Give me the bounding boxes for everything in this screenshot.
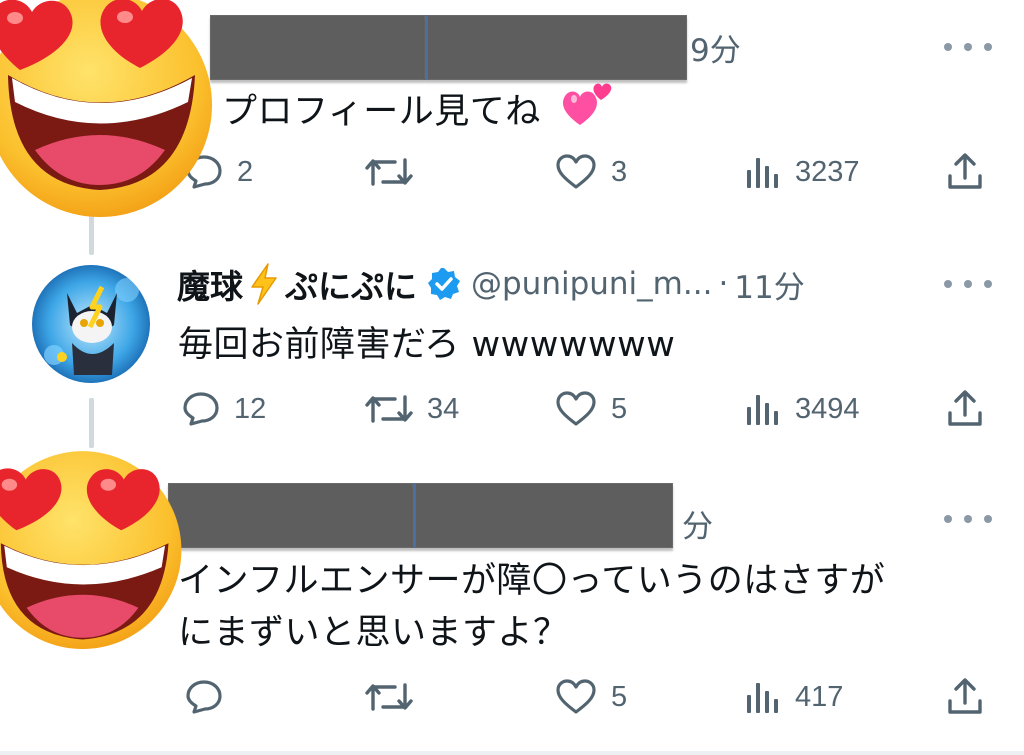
views-count: 417 bbox=[795, 680, 844, 713]
reply-button[interactable] bbox=[185, 672, 237, 722]
like-count: 5 bbox=[611, 680, 628, 713]
reply-count: 12 bbox=[234, 392, 267, 425]
like-button[interactable]: 5 bbox=[555, 384, 627, 434]
bottom-divider bbox=[0, 751, 1024, 755]
more-options-button[interactable] bbox=[944, 509, 992, 529]
more-options-button[interactable] bbox=[944, 37, 992, 57]
share-upload-icon bbox=[948, 678, 982, 714]
view-count-bars-icon bbox=[747, 395, 778, 425]
views-button[interactable]: 417 bbox=[745, 672, 843, 722]
display-name-suffix[interactable]: ぷにぷに bbox=[285, 260, 417, 308]
share-button[interactable] bbox=[945, 384, 985, 434]
like-count: 5 bbox=[611, 392, 628, 425]
redacted-handle-block bbox=[413, 483, 673, 548]
more-dots-icon bbox=[944, 280, 952, 288]
heart-outline-icon bbox=[556, 154, 596, 189]
views-button[interactable]: 3494 bbox=[745, 384, 860, 434]
like-button[interactable]: 5 bbox=[555, 672, 627, 722]
tweet-timestamp: 9分 bbox=[690, 33, 741, 69]
tweet-text-line-1: インフルエンサーが障〇っていうのはさすが bbox=[178, 561, 886, 601]
retweet-arrows-icon bbox=[365, 395, 413, 423]
user-handle[interactable]: @punipuni_m... bbox=[471, 266, 712, 302]
views-button[interactable]: 3237 bbox=[745, 147, 860, 197]
share-button[interactable] bbox=[945, 672, 985, 722]
lightning-bolt-emoji bbox=[251, 263, 277, 305]
share-upload-icon bbox=[948, 390, 982, 426]
tweet-text-line-2: にまずいと思いますよ？ bbox=[178, 613, 569, 653]
retweet-button[interactable]: 34 bbox=[365, 384, 459, 434]
retweet-arrows-icon bbox=[365, 683, 413, 711]
retweet-count: 34 bbox=[427, 392, 460, 425]
avatar[interactable] bbox=[32, 265, 150, 383]
tweet-timestamp[interactable]: 11分 bbox=[734, 262, 804, 307]
more-dots-icon bbox=[944, 515, 952, 523]
reply-bubble-icon bbox=[186, 680, 222, 714]
redacted-username-block bbox=[168, 483, 413, 548]
view-count-bars-icon bbox=[747, 683, 778, 713]
tweet-thread: 9分 プロフィール見てね 2 3 3237 魔球 ぷにぷに @punipuni_… bbox=[0, 0, 1024, 755]
more-options-button[interactable] bbox=[944, 274, 992, 294]
tweet-text: 毎回お前障害だろ wwwwwww bbox=[178, 325, 676, 365]
tweet-timestamp: 分 bbox=[682, 509, 713, 545]
two-hearts-emoji bbox=[562, 83, 612, 125]
heart-eyes-emoji bbox=[0, 451, 182, 649]
verified-badge-icon bbox=[428, 268, 460, 300]
meta-separator: · bbox=[718, 266, 729, 302]
view-count-bars-icon bbox=[747, 158, 778, 188]
retweet-button[interactable] bbox=[365, 672, 427, 722]
tweet-author-row: 魔球 ぷにぷに @punipuni_m... · 11分 bbox=[177, 256, 805, 312]
views-count: 3494 bbox=[795, 392, 860, 425]
tweet-text: プロフィール見てね bbox=[222, 83, 541, 134]
redacted-username-block bbox=[210, 15, 425, 80]
views-count: 3237 bbox=[795, 155, 860, 188]
share-button[interactable] bbox=[945, 147, 985, 197]
retweet-button[interactable] bbox=[365, 147, 427, 197]
avatar-image bbox=[32, 265, 150, 383]
reply-bubble-icon bbox=[183, 392, 219, 426]
display-name[interactable]: 魔球 bbox=[177, 260, 243, 308]
reply-button[interactable]: 12 bbox=[182, 384, 266, 434]
like-count: 3 bbox=[611, 155, 628, 188]
redacted-handle-block bbox=[425, 15, 687, 80]
heart-eyes-emoji bbox=[0, 0, 212, 217]
heart-outline-icon bbox=[556, 391, 596, 426]
tweet-text-content: プロフィール見てね bbox=[222, 92, 541, 132]
share-upload-icon bbox=[948, 153, 982, 189]
more-dots-icon bbox=[944, 43, 952, 51]
heart-outline-icon bbox=[556, 679, 596, 714]
like-button[interactable]: 3 bbox=[555, 147, 627, 197]
retweet-arrows-icon bbox=[365, 158, 413, 186]
